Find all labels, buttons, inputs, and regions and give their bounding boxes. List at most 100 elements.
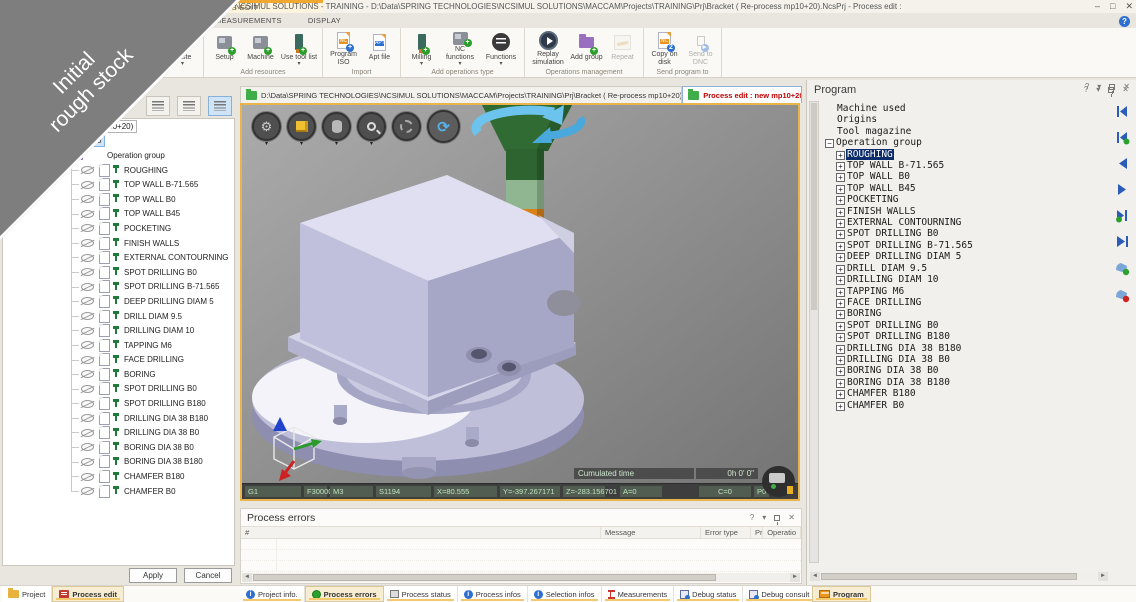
expand-icon[interactable]	[836, 162, 845, 171]
expand-icon[interactable]	[836, 173, 845, 182]
restart-block-button[interactable]	[1115, 130, 1130, 145]
expand-icon[interactable]	[836, 196, 845, 205]
help-icon[interactable]: ?	[1119, 16, 1130, 27]
tab-project[interactable]: Project	[2, 586, 52, 602]
program-operation-item[interactable]: ROUGHING	[822, 149, 1108, 160]
step-back-button[interactable]	[1115, 156, 1130, 171]
expand-icon[interactable]	[836, 299, 845, 308]
visibility-off-icon[interactable]	[81, 356, 94, 364]
minimize-button[interactable]: –	[1095, 1, 1100, 12]
program-item[interactable]: Tool magazine	[822, 126, 1108, 137]
program-operation-item[interactable]: POCKETING	[822, 194, 1108, 205]
machine-display-button[interactable]: ⚙▾	[252, 112, 281, 141]
selection-button[interactable]	[392, 112, 421, 141]
replay-simulation-button[interactable]: Replay simulation	[528, 30, 568, 67]
visibility-off-icon[interactable]	[81, 487, 94, 495]
visibility-off-icon[interactable]	[81, 166, 94, 174]
program-operation-item[interactable]: CHAMFER B180	[822, 388, 1108, 399]
cancel-button[interactable]: Cancel	[184, 568, 232, 583]
tree-operation-item[interactable]: SPOT DRILLING B180	[3, 396, 234, 411]
program-operation-item[interactable]: DEEP DRILLING DIAM 5	[822, 251, 1108, 262]
tree-operation-item[interactable]: BORING DIA 38 B0	[3, 440, 234, 455]
setup-button[interactable]: + Setup	[207, 30, 242, 67]
expand-icon[interactable]	[836, 379, 845, 388]
expand-icon[interactable]	[836, 208, 845, 217]
program-operation-item[interactable]: TAPPING M6	[822, 286, 1108, 297]
expand-icon[interactable]	[836, 367, 845, 376]
visibility-off-icon[interactable]	[81, 458, 94, 466]
visibility-off-icon[interactable]	[81, 254, 94, 262]
tree-operation-item[interactable]: DRILLING DIA 38 B0	[3, 425, 234, 440]
column-header[interactable]: Error type	[701, 527, 751, 538]
process-errors-close-icon[interactable]: ✕	[788, 513, 795, 522]
tree-operation-item[interactable]: DRILLING DIAM 10	[3, 323, 234, 338]
status-tab[interactable]: Process status	[384, 586, 458, 602]
program-operation-item[interactable]: DRILLING DIAM 10	[822, 274, 1108, 285]
visibility-off-icon[interactable]	[81, 210, 94, 218]
program-operation-item[interactable]: DRILLING DIA 38 B0	[822, 354, 1108, 365]
view-mode-button-1[interactable]	[146, 96, 170, 116]
program-vscrollbar[interactable]	[809, 101, 819, 563]
close-button[interactable]: ✕	[1125, 1, 1133, 12]
expand-icon[interactable]	[836, 151, 845, 160]
visibility-off-icon[interactable]	[81, 341, 94, 349]
visibility-off-icon[interactable]	[81, 224, 94, 232]
visibility-off-icon[interactable]	[81, 400, 94, 408]
functions-button[interactable]: Functions▾	[481, 30, 521, 67]
expand-icon[interactable]	[836, 288, 845, 297]
document-tab[interactable]: Process edit : new mp10+20	[682, 86, 802, 103]
program-item[interactable]: Machine used	[822, 103, 1108, 114]
copy-on-disk-button[interactable]: NC2 Copy on disk	[647, 30, 682, 67]
status-tab[interactable]: Process errors	[305, 586, 384, 602]
left-panel-menu-icon[interactable]: ▾	[1097, 82, 1101, 91]
tree-operation-item[interactable]: EXTERNAL CONTOURNING	[3, 250, 234, 265]
repeat-button[interactable]: Repeat	[605, 30, 640, 67]
program-operation-item[interactable]: FINISH WALLS	[822, 206, 1108, 217]
machine-mode-badge[interactable]	[762, 466, 795, 497]
tab-process-edit[interactable]: Process edit	[52, 586, 124, 602]
program-operation-item[interactable]: TOP WALL B0	[822, 171, 1108, 182]
scroll-right-icon[interactable]: ►	[790, 573, 800, 582]
view-mode-button-2[interactable]	[177, 96, 201, 116]
tree-operation-item[interactable]: FACE DRILLING	[3, 353, 234, 368]
program-operation-item[interactable]: EXTERNAL CONTOURNING	[822, 217, 1108, 228]
tree-operation-item[interactable]: BORING	[3, 367, 234, 382]
tree-operation-item[interactable]: DRILLING DIA 38 B180	[3, 411, 234, 426]
left-panel-close-icon[interactable]: ✕	[1123, 82, 1130, 91]
program-operation-item[interactable]: TOP WALL B45	[822, 183, 1108, 194]
ribbon-tab[interactable]: DISPLAY	[295, 13, 354, 28]
send-to-dnc-button[interactable]: ▸ Send to DNC	[683, 30, 718, 67]
expand-icon[interactable]	[836, 402, 845, 411]
tree-operation-item[interactable]: TAPPING M6	[3, 338, 234, 353]
expand-icon[interactable]	[836, 253, 845, 262]
tree-operation-item[interactable]: CHAMFER B0	[3, 484, 234, 499]
program-operation-item[interactable]: CHAMFER B0	[822, 400, 1108, 411]
expand-icon[interactable]	[836, 185, 845, 194]
column-header[interactable]: Process	[751, 527, 763, 538]
simulation-viewport[interactable]: ⚙▾ ▾ ▾ ▾ ⟳ Cumulated time 0h 0' 0" G1 F3…	[240, 103, 800, 501]
visibility-off-icon[interactable]	[81, 239, 94, 247]
visibility-off-icon[interactable]	[81, 283, 94, 291]
add-stock-state-button[interactable]	[1114, 260, 1130, 276]
document-tab[interactable]: D:\Data\SPRING TECHNOLOGIES\NCSIMUL SOLU…	[240, 86, 682, 103]
program-operation-item[interactable]: BORING DIA 38 B180	[822, 377, 1108, 388]
visibility-off-icon[interactable]	[81, 385, 94, 393]
apt-file-button[interactable]: APT Apt file	[362, 30, 397, 67]
maximize-button[interactable]: □	[1110, 1, 1115, 12]
program-operation-group[interactable]: Operation group	[822, 137, 1108, 148]
status-tab[interactable]: i Process infos	[458, 586, 528, 602]
expand-icon[interactable]	[836, 276, 845, 285]
tree-operation-item[interactable]: DRILL DIAM 9.5	[3, 309, 234, 324]
status-tab[interactable]: Debug status	[674, 586, 743, 602]
process-errors-pin-icon[interactable]	[774, 515, 780, 521]
program-operation-item[interactable]: SPOT DRILLING B0	[822, 320, 1108, 331]
status-tab[interactable]: Measurements	[602, 586, 675, 602]
tree-operation-item[interactable]: SPOT DRILLING B0	[3, 382, 234, 397]
column-header[interactable]: #	[241, 527, 601, 538]
expand-icon[interactable]	[836, 390, 845, 399]
program-operation-item[interactable]: DRILL DIAM 9.5	[822, 263, 1108, 274]
visibility-off-icon[interactable]	[81, 268, 94, 276]
step-to-next-tool-button[interactable]	[1115, 208, 1130, 223]
program-operation-item[interactable]: DRILLING DIA 38 B180	[822, 343, 1108, 354]
expand-icon[interactable]	[836, 219, 845, 228]
